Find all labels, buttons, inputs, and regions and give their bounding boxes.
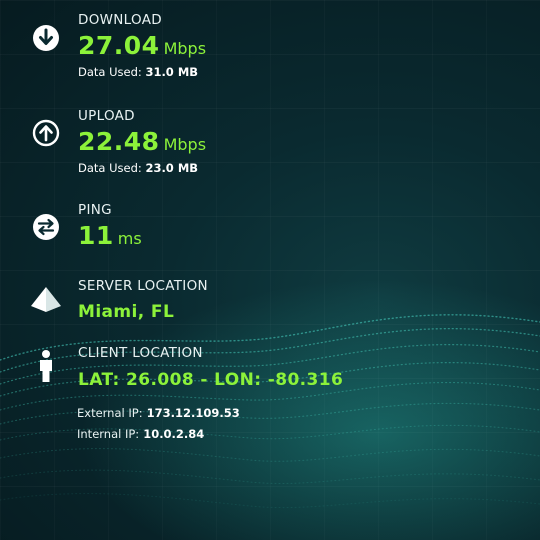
external-ip-value: 173.12.109.53: [146, 406, 240, 420]
server-location-label: SERVER LOCATION: [78, 278, 208, 294]
arrow-down-circle-icon: [33, 25, 59, 51]
server-location-value: Miami, FL: [78, 302, 175, 322]
upload-label: UPLOAD: [78, 108, 135, 124]
background-grid: [0, 0, 540, 540]
ping-unit: ms: [117, 229, 142, 248]
client-location-value: LAT: 26.008 - LON: -80.316: [78, 370, 344, 390]
download-unit: Mbps: [163, 39, 207, 58]
background-wave: [0, 260, 540, 540]
ping-label: PING: [78, 202, 112, 218]
download-value: 27.04: [78, 31, 160, 60]
external-ip: External IP: 173.12.109.53: [77, 406, 240, 420]
upload-data-used-label: Data Used:: [78, 161, 142, 175]
upload-value-line: 22.48 Mbps: [78, 127, 206, 156]
upload-value: 22.48: [78, 127, 160, 156]
upload-data-used: Data Used: 23.0 MB: [78, 161, 198, 175]
download-data-used-value: 31.0 MB: [145, 65, 199, 79]
download-label: DOWNLOAD: [78, 12, 162, 28]
download-data-used-label: Data Used:: [78, 65, 142, 79]
internal-ip-label: Internal IP:: [77, 427, 140, 441]
arrow-up-circle-icon: [32, 119, 60, 147]
pyramid-icon: [31, 287, 61, 312]
upload-unit: Mbps: [163, 135, 207, 154]
ping-value-line: 11 ms: [78, 221, 142, 250]
download-value-line: 27.04 Mbps: [78, 31, 206, 60]
internal-ip: Internal IP: 10.0.2.84: [77, 427, 204, 441]
download-data-used: Data Used: 31.0 MB: [78, 65, 198, 79]
client-location-label: CLIENT LOCATION: [78, 345, 203, 361]
internal-ip-value: 10.0.2.84: [143, 427, 205, 441]
ping-value: 11: [78, 221, 114, 250]
external-ip-label: External IP:: [77, 406, 143, 420]
person-icon: [40, 350, 52, 382]
swap-arrows-circle-icon: [33, 214, 59, 240]
upload-data-used-value: 23.0 MB: [145, 161, 199, 175]
